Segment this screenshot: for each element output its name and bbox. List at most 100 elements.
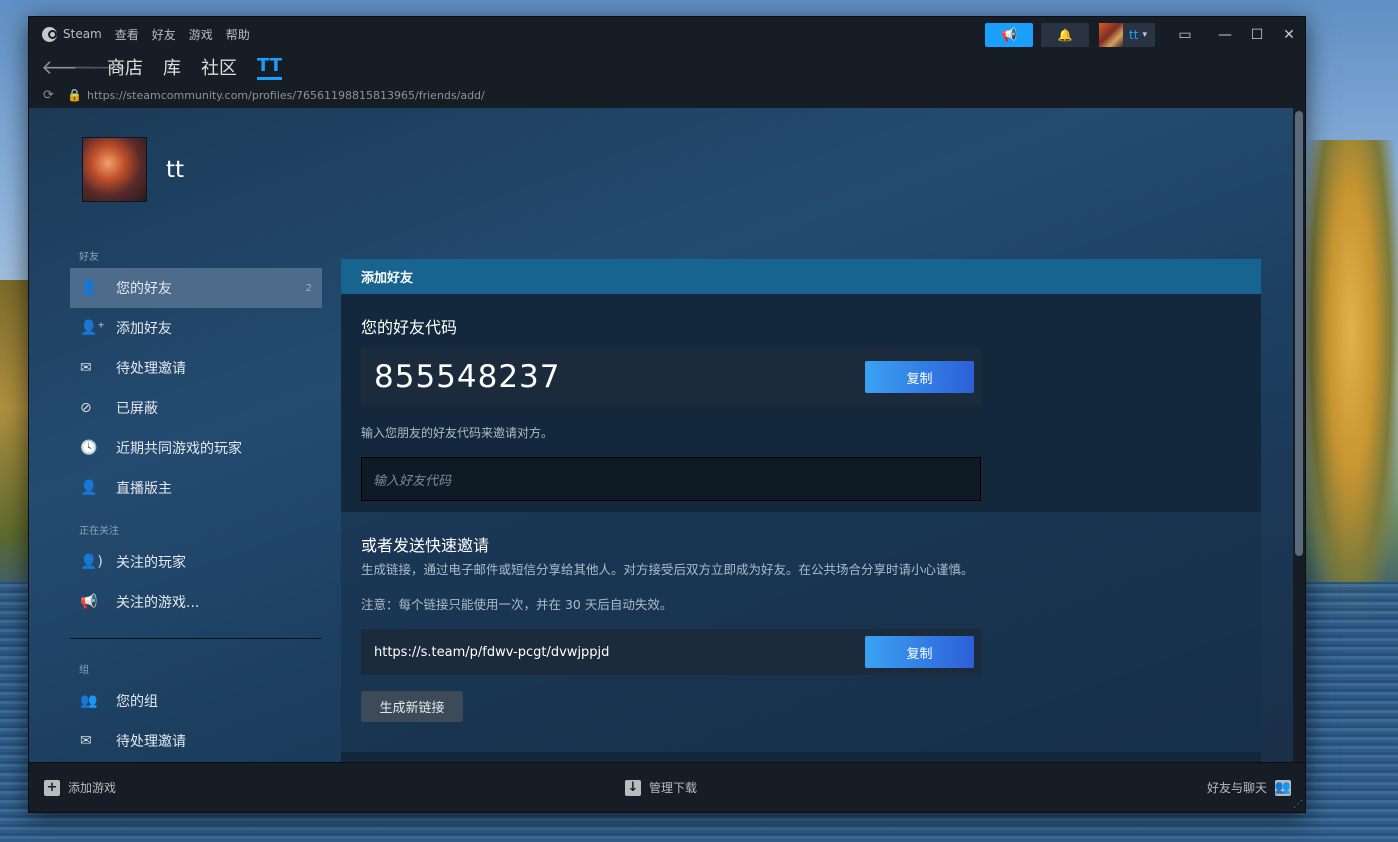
- friend-code-title: 您的好友代码: [361, 318, 458, 337]
- sidebar-item-label: 已屏蔽: [116, 401, 158, 417]
- sidebar-item-label: 待处理邀请: [116, 361, 186, 377]
- megaphone-icon: 📢: [80, 594, 98, 610]
- add-friend-panel: 添加好友 您的好友代码 855548237 复制 输入您朋友的好友代码来邀请对方…: [341, 259, 1261, 762]
- friend-code-value: 855548237: [374, 359, 561, 395]
- person-add-icon: 👤⁺: [80, 320, 105, 336]
- sidebar-item-label: 添加好友: [116, 321, 172, 337]
- top-right-controls: 📢 🔔 tt ▾ ▭ — ☐ ✕: [985, 23, 1305, 47]
- maximize-icon: ☐: [1250, 27, 1264, 43]
- reload-icon[interactable]: ⟳: [43, 88, 67, 103]
- sidebar-item-label: 近期共同游戏的玩家: [116, 441, 242, 457]
- quick-invite-description: 生成链接，通过电子邮件或短信分享给其他人。对方接受后双方立即成为好友。在公共场合…: [361, 562, 974, 577]
- person-follow-icon: 👤): [80, 554, 103, 570]
- quick-invite-note: 注意：每个链接只能使用一次，并在 30 天后自动失效。: [361, 597, 673, 612]
- generate-link-button[interactable]: 生成新链接: [361, 691, 463, 722]
- friend-code-box: 855548237 复制: [361, 348, 981, 406]
- copy-code-button[interactable]: 复制: [865, 361, 974, 393]
- menu-help[interactable]: 帮助: [226, 26, 250, 43]
- clock-icon: 🕓: [80, 440, 98, 456]
- chevron-down-icon: ▾: [1142, 30, 1147, 40]
- person-icon: 👤: [80, 280, 98, 296]
- sidebar-item-group-invites[interactable]: ✉ 待处理邀请: [70, 721, 322, 761]
- friend-code-section: 您的好友代码 855548237 复制 输入您朋友的好友代码来邀请对方。 输入好…: [341, 294, 1261, 512]
- friends-chat-icon: 👥: [1274, 779, 1292, 796]
- block-icon: ⊘: [80, 400, 92, 416]
- account-username: tt: [1129, 28, 1139, 42]
- address-bar: ⟳ 🔒 https://steamcommunity.com/profiles/…: [29, 83, 1305, 107]
- announcements-button[interactable]: 📢: [985, 23, 1034, 47]
- person-icon: 👤: [80, 480, 98, 496]
- envelope-icon: ✉: [80, 733, 92, 749]
- menu-view[interactable]: 查看: [115, 26, 139, 43]
- menu-steam[interactable]: Steam: [42, 26, 102, 42]
- wallpaper-left: [0, 280, 30, 600]
- sidebar-item-label: 您的组: [116, 694, 158, 710]
- sidebar-item-blocked[interactable]: ⊘ 已屏蔽: [70, 388, 322, 428]
- sidebar-item-label: 关注的玩家: [116, 555, 186, 571]
- friends-count: 2: [305, 282, 312, 294]
- section-groups-label: 组: [79, 665, 89, 676]
- url-text[interactable]: https://steamcommunity.com/profiles/7656…: [87, 89, 485, 102]
- nav-row: 🡐 🡒 商店 库 社区 TT: [29, 51, 1305, 83]
- panel-header: 添加好友: [341, 259, 1261, 294]
- sidebar-item-recently-played[interactable]: 🕓 近期共同游戏的玩家: [70, 428, 322, 468]
- section-following-label: 正在关注: [79, 526, 119, 537]
- sidebar-item-followed-games[interactable]: 📢 关注的游戏...: [70, 582, 322, 622]
- bottom-bar: + 添加游戏 ↓ 管理下载 好友与聊天 👥 ⋰: [29, 762, 1305, 812]
- invite-link-value[interactable]: https://s.team/p/fdwv-pcgt/dvwjppjd: [374, 645, 609, 660]
- sidebar-item-your-friends[interactable]: 👤 您的好友 2: [70, 268, 322, 308]
- monitor-icon: ▭: [1178, 27, 1192, 43]
- sidebar-item-label: 直播版主: [116, 481, 172, 497]
- group-icon: 👥: [80, 693, 98, 709]
- manage-downloads-button[interactable]: ↓ 管理下载: [625, 779, 697, 796]
- envelope-icon: ✉: [80, 360, 92, 376]
- panel-next-section: [341, 752, 1261, 762]
- account-menu-button[interactable]: tt ▾: [1099, 23, 1155, 47]
- sidebar-item-your-groups[interactable]: 👥 您的组: [70, 681, 322, 721]
- profile-header: tt: [82, 137, 184, 202]
- tab-store[interactable]: 商店: [107, 54, 143, 80]
- sidebar-item-add-friend[interactable]: 👤⁺ 添加好友: [70, 308, 322, 348]
- close-icon: ✕: [1283, 27, 1295, 43]
- friend-code-hint: 输入您朋友的好友代码来邀请对方。: [361, 426, 554, 440]
- steam-logo-icon: [42, 26, 57, 42]
- friends-chat-label: 好友与聊天: [1206, 781, 1267, 795]
- tab-library[interactable]: 库: [163, 54, 181, 80]
- tab-community[interactable]: 社区: [201, 54, 237, 80]
- quick-invite-title: 或者发送快速邀请: [361, 536, 490, 555]
- sidebar-item-label: 关注的游戏...: [116, 595, 200, 611]
- close-button[interactable]: ✕: [1273, 27, 1305, 43]
- lock-icon: 🔒: [67, 88, 82, 102]
- sidebar-item-label: 待处理邀请: [116, 734, 186, 750]
- forward-arrow-icon[interactable]: 🡒: [73, 55, 127, 79]
- add-game-label: 添加游戏: [68, 781, 117, 795]
- add-game-button[interactable]: + 添加游戏: [44, 779, 116, 796]
- big-picture-button[interactable]: ▭: [1169, 27, 1201, 43]
- sidebar-item-pending-invites[interactable]: ✉ 待处理邀请: [70, 348, 322, 388]
- friends-sidebar: 好友 👤 您的好友 2 👤⁺ 添加好友 ✉ 待处理邀请 ⊘ 已屏蔽 🕓 近期共同…: [70, 248, 322, 761]
- menu-games[interactable]: 游戏: [189, 26, 213, 43]
- minimize-button[interactable]: —: [1209, 27, 1241, 43]
- sidebar-item-label: 您的好友: [116, 281, 172, 297]
- avatar: [1099, 23, 1124, 47]
- sidebar-item-followed-players[interactable]: 👤) 关注的玩家: [70, 542, 322, 582]
- download-icon: ↓: [625, 779, 641, 796]
- menu-friends[interactable]: 好友: [152, 26, 176, 43]
- scrollbar[interactable]: [1295, 111, 1303, 556]
- back-arrow-icon[interactable]: 🡐: [41, 55, 95, 79]
- friend-code-input[interactable]: 输入好友代码: [361, 457, 981, 501]
- notifications-button[interactable]: 🔔: [1041, 23, 1090, 47]
- resize-grip-icon[interactable]: ⋰: [1293, 799, 1303, 810]
- tab-profile[interactable]: TT: [257, 55, 282, 80]
- profile-name[interactable]: tt: [166, 157, 184, 183]
- profile-avatar[interactable]: [82, 137, 147, 202]
- menu-steam-label: Steam: [63, 27, 102, 41]
- maximize-button[interactable]: ☐: [1241, 27, 1273, 43]
- plus-icon: +: [44, 779, 60, 796]
- invite-link-box: https://s.team/p/fdwv-pcgt/dvwjppjd 复制: [361, 629, 981, 675]
- minimize-icon: —: [1218, 27, 1232, 43]
- sidebar-item-broadcast-moderators[interactable]: 👤 直播版主: [70, 468, 322, 508]
- bell-icon: 🔔: [1057, 28, 1073, 42]
- friends-chat-button[interactable]: 好友与聊天 👥: [1207, 779, 1291, 796]
- copy-link-button[interactable]: 复制: [865, 636, 974, 668]
